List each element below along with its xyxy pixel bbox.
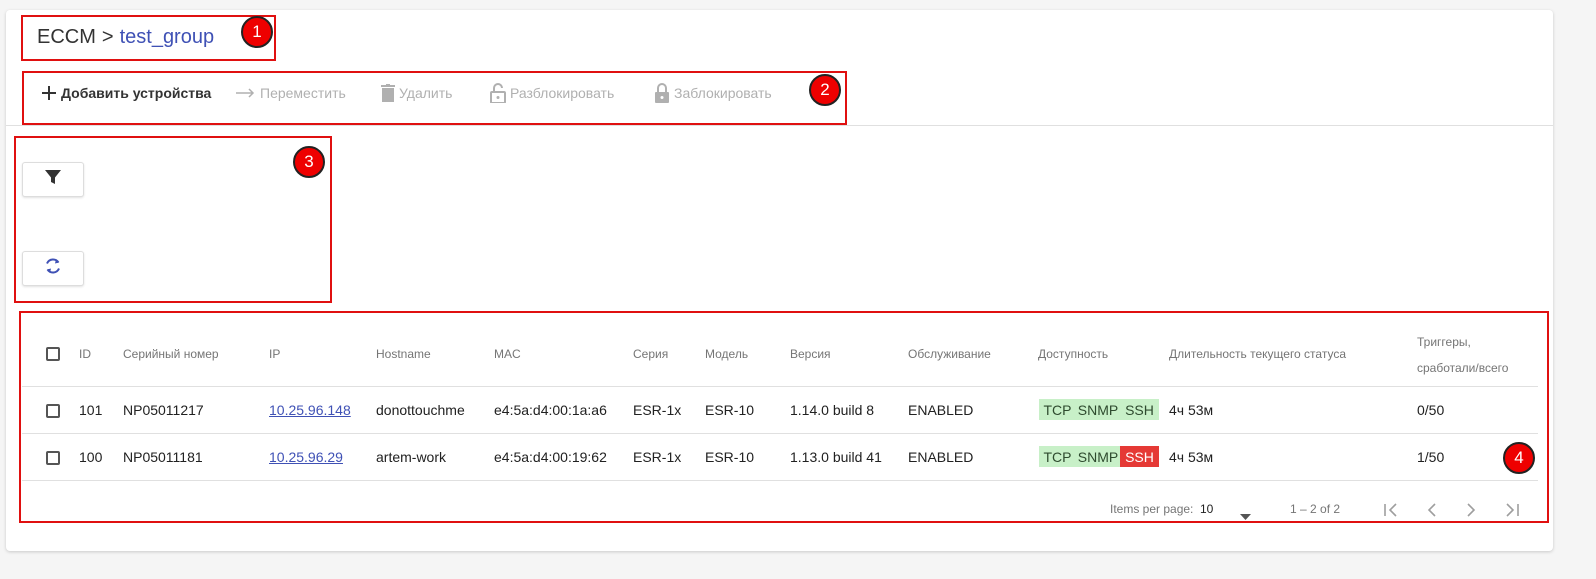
annotation-badge-2: 2 [809,74,841,106]
annotation-box-3 [14,136,332,303]
annotation-badge-4: 4 [1503,442,1535,474]
annotation-badge-3: 3 [293,146,325,178]
annotation-box-1 [21,15,276,61]
toolbar-divider [6,125,1553,126]
annotation-badge-1: 1 [241,16,273,48]
annotation-box-4 [19,311,1549,523]
annotation-box-2 [22,71,847,125]
